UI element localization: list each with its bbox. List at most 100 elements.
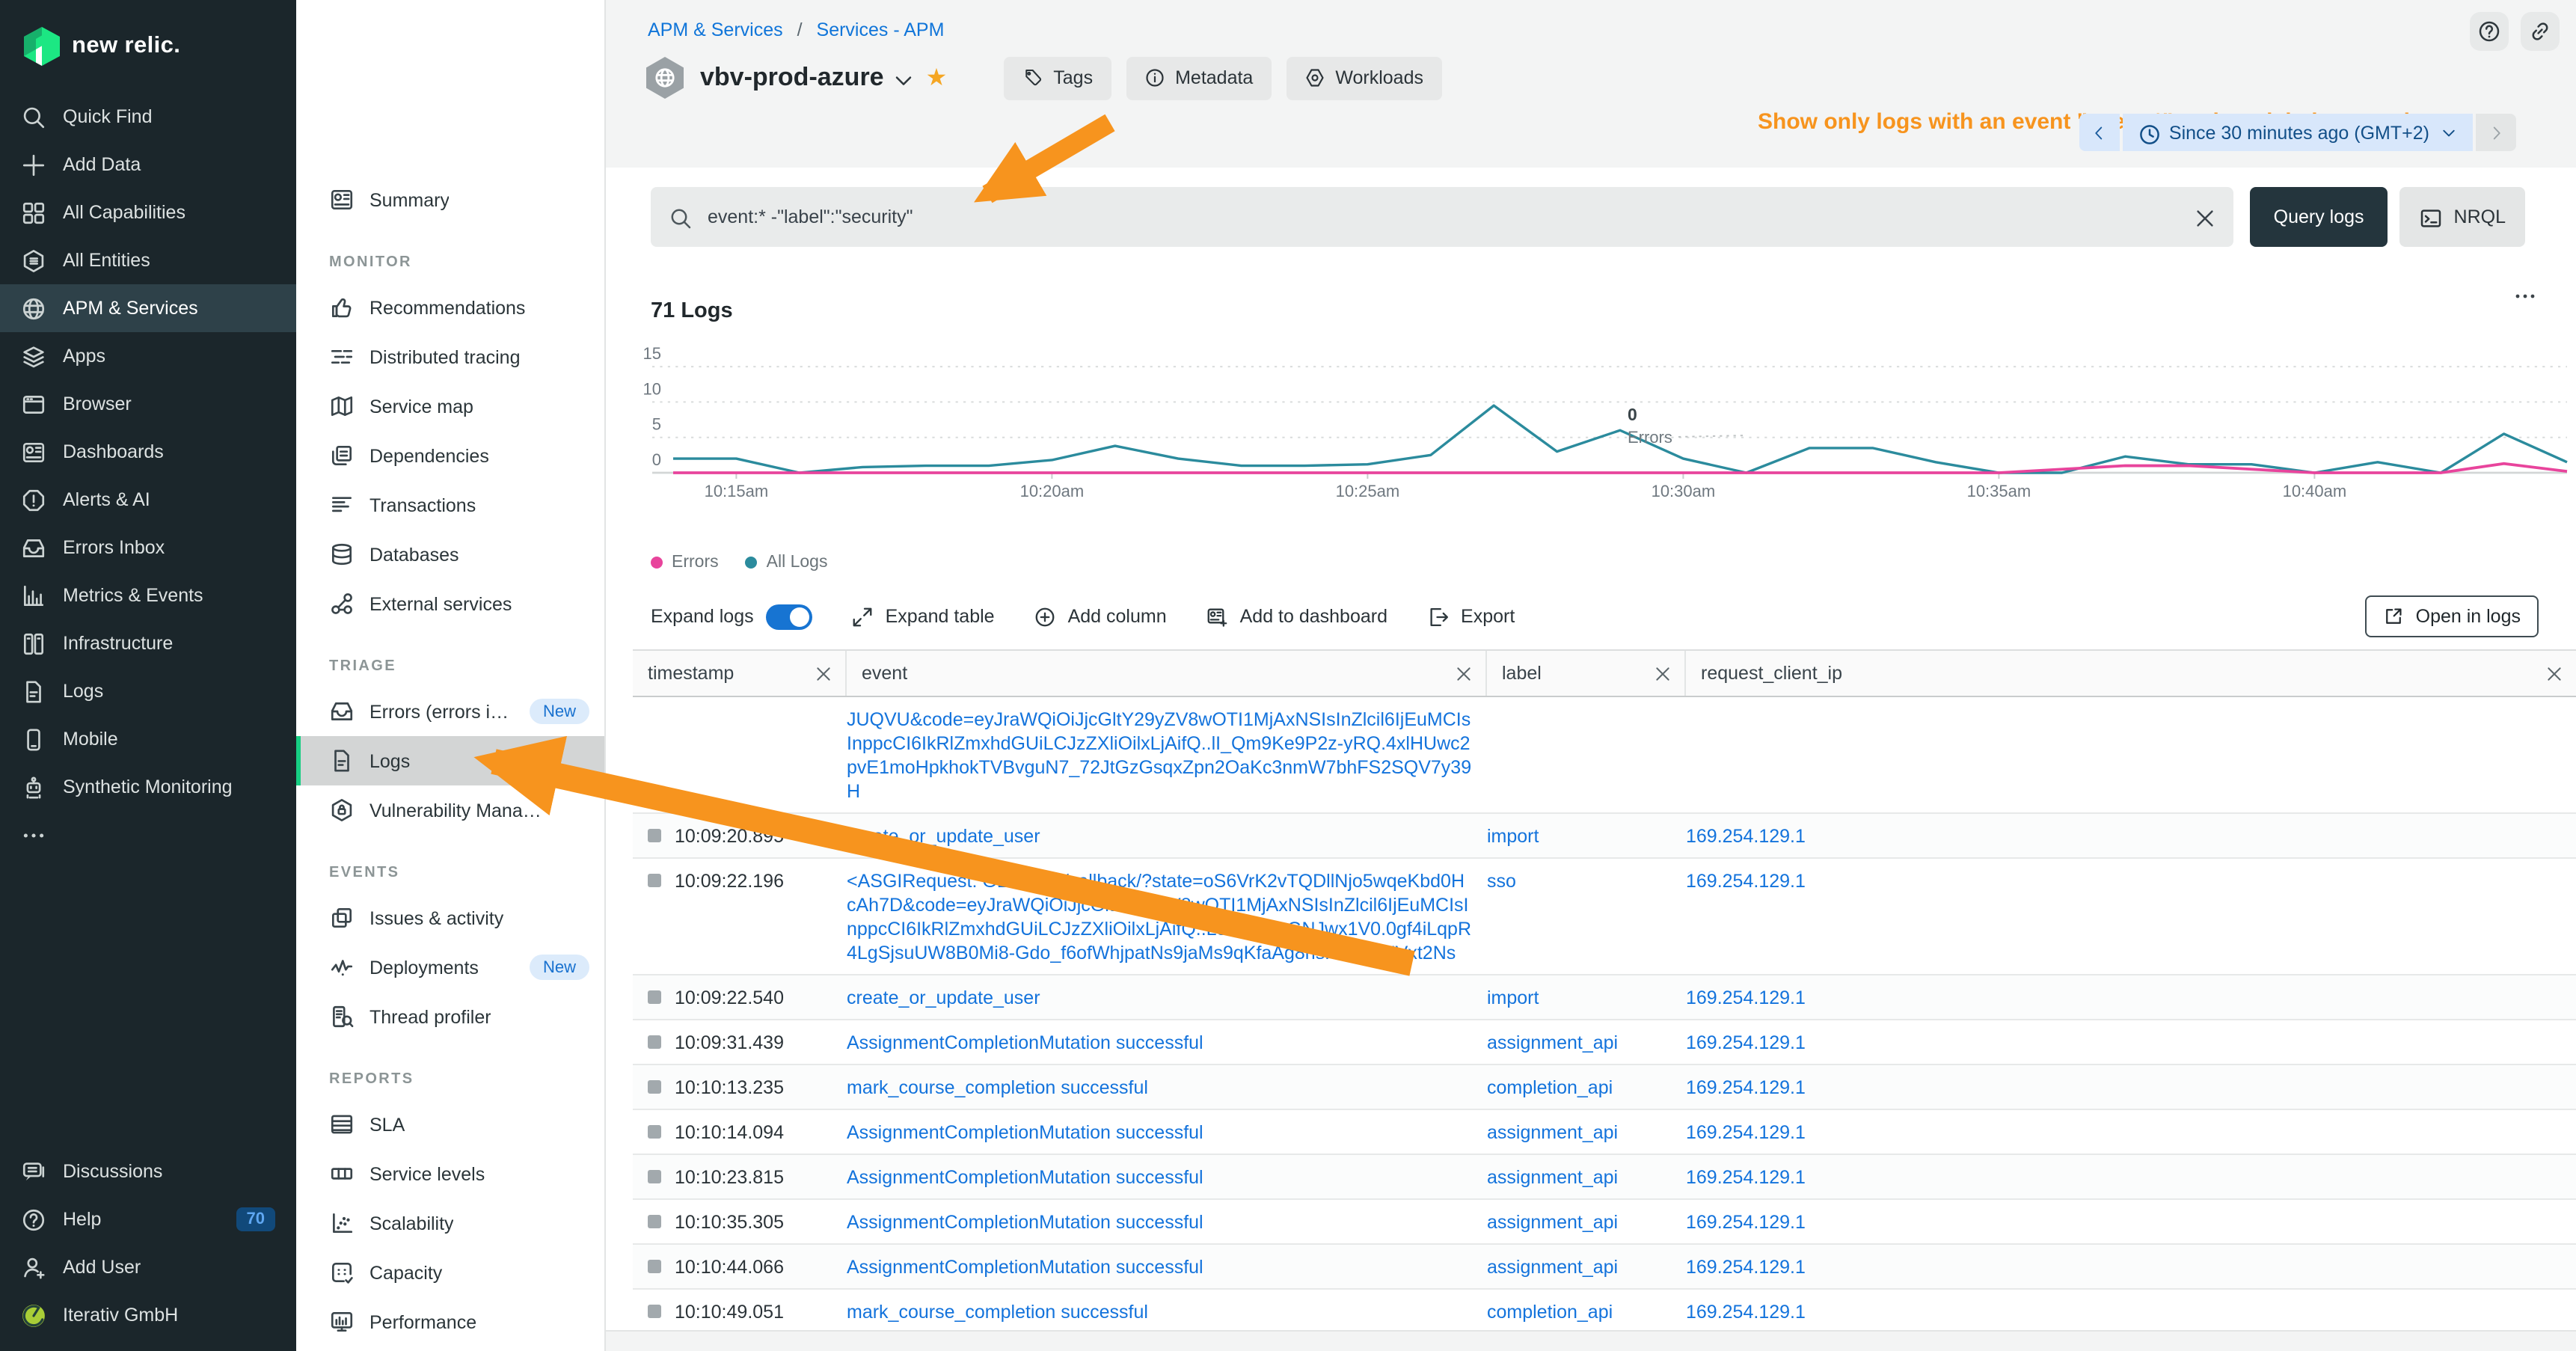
subnav-item-summary[interactable]: Summary [296,175,604,224]
breadcrumb-apm-services[interactable]: APM & Services [648,19,783,40]
permalink-button[interactable] [2521,12,2560,51]
event-link[interactable]: AssignmentCompletionMutation successful [847,1211,1203,1232]
subnav-item-external-services[interactable]: External services [296,579,604,628]
remove-column-icon[interactable] [2545,664,2564,683]
request_client_ip-link[interactable]: 169.254.129.1 [1686,1076,1806,1097]
breadcrumb-services-apm[interactable]: Services - APM [817,19,945,40]
sidebar-item-add-user[interactable]: Add User [0,1243,296,1291]
sidebar-item-metrics-events[interactable]: Metrics & Events [0,572,296,619]
request_client_ip-link[interactable]: 169.254.129.1 [1686,1032,1806,1053]
label-link[interactable]: assignment_api [1487,1166,1618,1187]
sidebar-item-mobile[interactable]: Mobile [0,715,296,763]
request_client_ip-link[interactable]: 169.254.129.1 [1686,987,1806,1008]
subnav-item-recommendations[interactable]: Recommendations [296,283,604,332]
overflow-menu-button[interactable] [2513,284,2540,311]
sidebar-item-logs[interactable]: Logs [0,667,296,715]
table-row[interactable]: 10:09:22.540create_or_update_userimport1… [633,975,2576,1020]
table-row[interactable]: 10:09:20.895create_or_update_userimport1… [633,814,2576,859]
subnav-item-distributed-tracing[interactable]: Distributed tracing [296,332,604,382]
subnav-item-sla[interactable]: SLA [296,1100,604,1149]
subnav-item-thread-profiler[interactable]: Thread profiler [296,992,604,1041]
label-link[interactable]: completion_api [1487,1076,1613,1097]
subnav-item-deployments[interactable]: DeploymentsNew [296,943,604,992]
request_client_ip-link[interactable]: 169.254.129.1 [1686,1121,1806,1142]
export-button[interactable]: Export [1426,605,1515,628]
add-column-button[interactable]: Add column [1034,605,1167,628]
label-link[interactable]: import [1487,987,1539,1008]
sidebar-item-alerts-ai[interactable]: Alerts & AI [0,476,296,524]
clear-query-icon[interactable] [2193,206,2215,228]
entity-switcher-chevron-icon[interactable] [892,68,911,88]
table-row[interactable]: 10:09:31.439AssignmentCompletionMutation… [633,1020,2576,1065]
expand-logs-toggle[interactable]: Expand logs [651,604,812,629]
event-link[interactable]: mark_course_completion successful [847,1301,1148,1322]
subnav-item-service-levels[interactable]: Service levels [296,1149,604,1198]
subnav-item-databases[interactable]: Databases [296,530,604,579]
event-link[interactable]: mark_course_completion successful [847,1076,1148,1097]
legend-errors[interactable]: Errors [651,554,719,572]
label-link[interactable]: completion_api [1487,1301,1613,1322]
sidebar-item-all-capabilities[interactable]: All Capabilities [0,189,296,236]
sidebar-item-infrastructure[interactable]: Infrastructure [0,619,296,667]
subnav-item-performance[interactable]: Performance [296,1297,604,1347]
event-link[interactable]: create_or_update_user [847,987,1040,1008]
time-range-button[interactable]: Since 30 minutes ago (GMT+2) [2123,114,2473,151]
label-link[interactable]: import [1487,825,1539,846]
log-query-input[interactable] [705,205,2180,229]
request_client_ip-link[interactable]: 169.254.129.1 [1686,1211,1806,1232]
label-link[interactable]: assignment_api [1487,1211,1618,1232]
nrql-button[interactable]: NRQL [2400,187,2525,247]
subnav-item-dependencies[interactable]: Dependencies [296,431,604,480]
label-link[interactable]: sso [1487,870,1516,891]
sidebar-item-all-entities[interactable]: All Entities [0,236,296,284]
sidebar-item-add-data[interactable]: Add Data [0,141,296,189]
table-row[interactable]: 10:10:49.051mark_course_completion succe… [633,1290,2576,1335]
sidebar-item-more[interactable] [0,811,296,859]
sidebar-item-iterativ-gmbh[interactable]: Iterativ GmbH [0,1291,296,1339]
remove-column-icon[interactable] [814,664,833,683]
sidebar-item-errors-inbox[interactable]: Errors Inbox [0,524,296,572]
subnav-item-transactions[interactable]: Transactions [296,480,604,530]
subnav-item-scalability[interactable]: Scalability [296,1198,604,1248]
event-link[interactable]: AssignmentCompletionMutation successful [847,1166,1203,1187]
request_client_ip-link[interactable]: 169.254.129.1 [1686,1301,1806,1322]
subnav-item-capacity[interactable]: Capacity [296,1248,604,1297]
sidebar-item-dashboards[interactable]: Dashboards [0,428,296,476]
table-row[interactable]: 10:09:22.196<ASGIRequest: GET '/sso/call… [633,859,2576,975]
sidebar-item-browser[interactable]: Browser [0,380,296,428]
label-link[interactable]: assignment_api [1487,1256,1618,1277]
event-link[interactable]: AssignmentCompletionMutation successful [847,1121,1203,1142]
sidebar-item-quick-find[interactable]: Quick Find [0,93,296,141]
table-row[interactable]: 10:10:23.815AssignmentCompletionMutation… [633,1155,2576,1200]
sidebar-item-apm-services[interactable]: APM & Services [0,284,296,332]
event-link[interactable]: create_or_update_user [847,825,1040,846]
add-to-dashboard-button[interactable]: Add to dashboard [1206,605,1387,628]
expand-table-button[interactable]: Expand table [851,605,995,628]
sidebar-item-discussions[interactable]: Discussions [0,1148,296,1195]
subnav-item-issues-activity[interactable]: Issues & activity [296,893,604,943]
tags-button[interactable]: Tags [1004,56,1111,99]
table-row[interactable]: 10:10:44.066AssignmentCompletionMutation… [633,1245,2576,1290]
query-logs-button[interactable]: Query logs [2250,187,2388,247]
metadata-button[interactable]: Metadata [1126,56,1271,99]
subnav-item-errors-errors-inb[interactable]: Errors (errors inb...New [296,687,604,736]
sidebar-item-synthetic-monitoring[interactable]: Synthetic Monitoring [0,763,296,811]
request_client_ip-link[interactable]: 169.254.129.1 [1686,825,1806,846]
event-link[interactable]: AssignmentCompletionMutation successful [847,1032,1203,1053]
table-row[interactable]: JUQVU&code=eyJraWQiOiJjcGltY29yZV8wOTI1M… [633,697,2576,814]
request_client_ip-link[interactable]: 169.254.129.1 [1686,870,1806,891]
event-link[interactable]: JUQVU&code=eyJraWQiOiJjcGltY29yZV8wOTI1M… [847,708,1471,801]
subnav-item-service-map[interactable]: Service map [296,382,604,431]
table-row[interactable]: 10:10:13.235mark_course_completion succe… [633,1065,2576,1110]
workloads-button[interactable]: Workloads [1286,56,1441,99]
remove-column-icon[interactable] [1454,664,1473,683]
request_client_ip-link[interactable]: 169.254.129.1 [1686,1166,1806,1187]
event-link[interactable]: <ASGIRequest: GET '/sso/callback/?state=… [847,870,1471,963]
time-back-button[interactable] [2079,114,2120,151]
table-row[interactable]: 10:10:35.305AssignmentCompletionMutation… [633,1200,2576,1245]
request_client_ip-link[interactable]: 169.254.129.1 [1686,1256,1806,1277]
subnav-item-vulnerability-management[interactable]: Vulnerability Management [296,785,604,835]
expand-logs-switch[interactable] [766,604,812,629]
label-link[interactable]: assignment_api [1487,1121,1618,1142]
open-in-logs-button[interactable]: Open in logs [2365,595,2539,637]
